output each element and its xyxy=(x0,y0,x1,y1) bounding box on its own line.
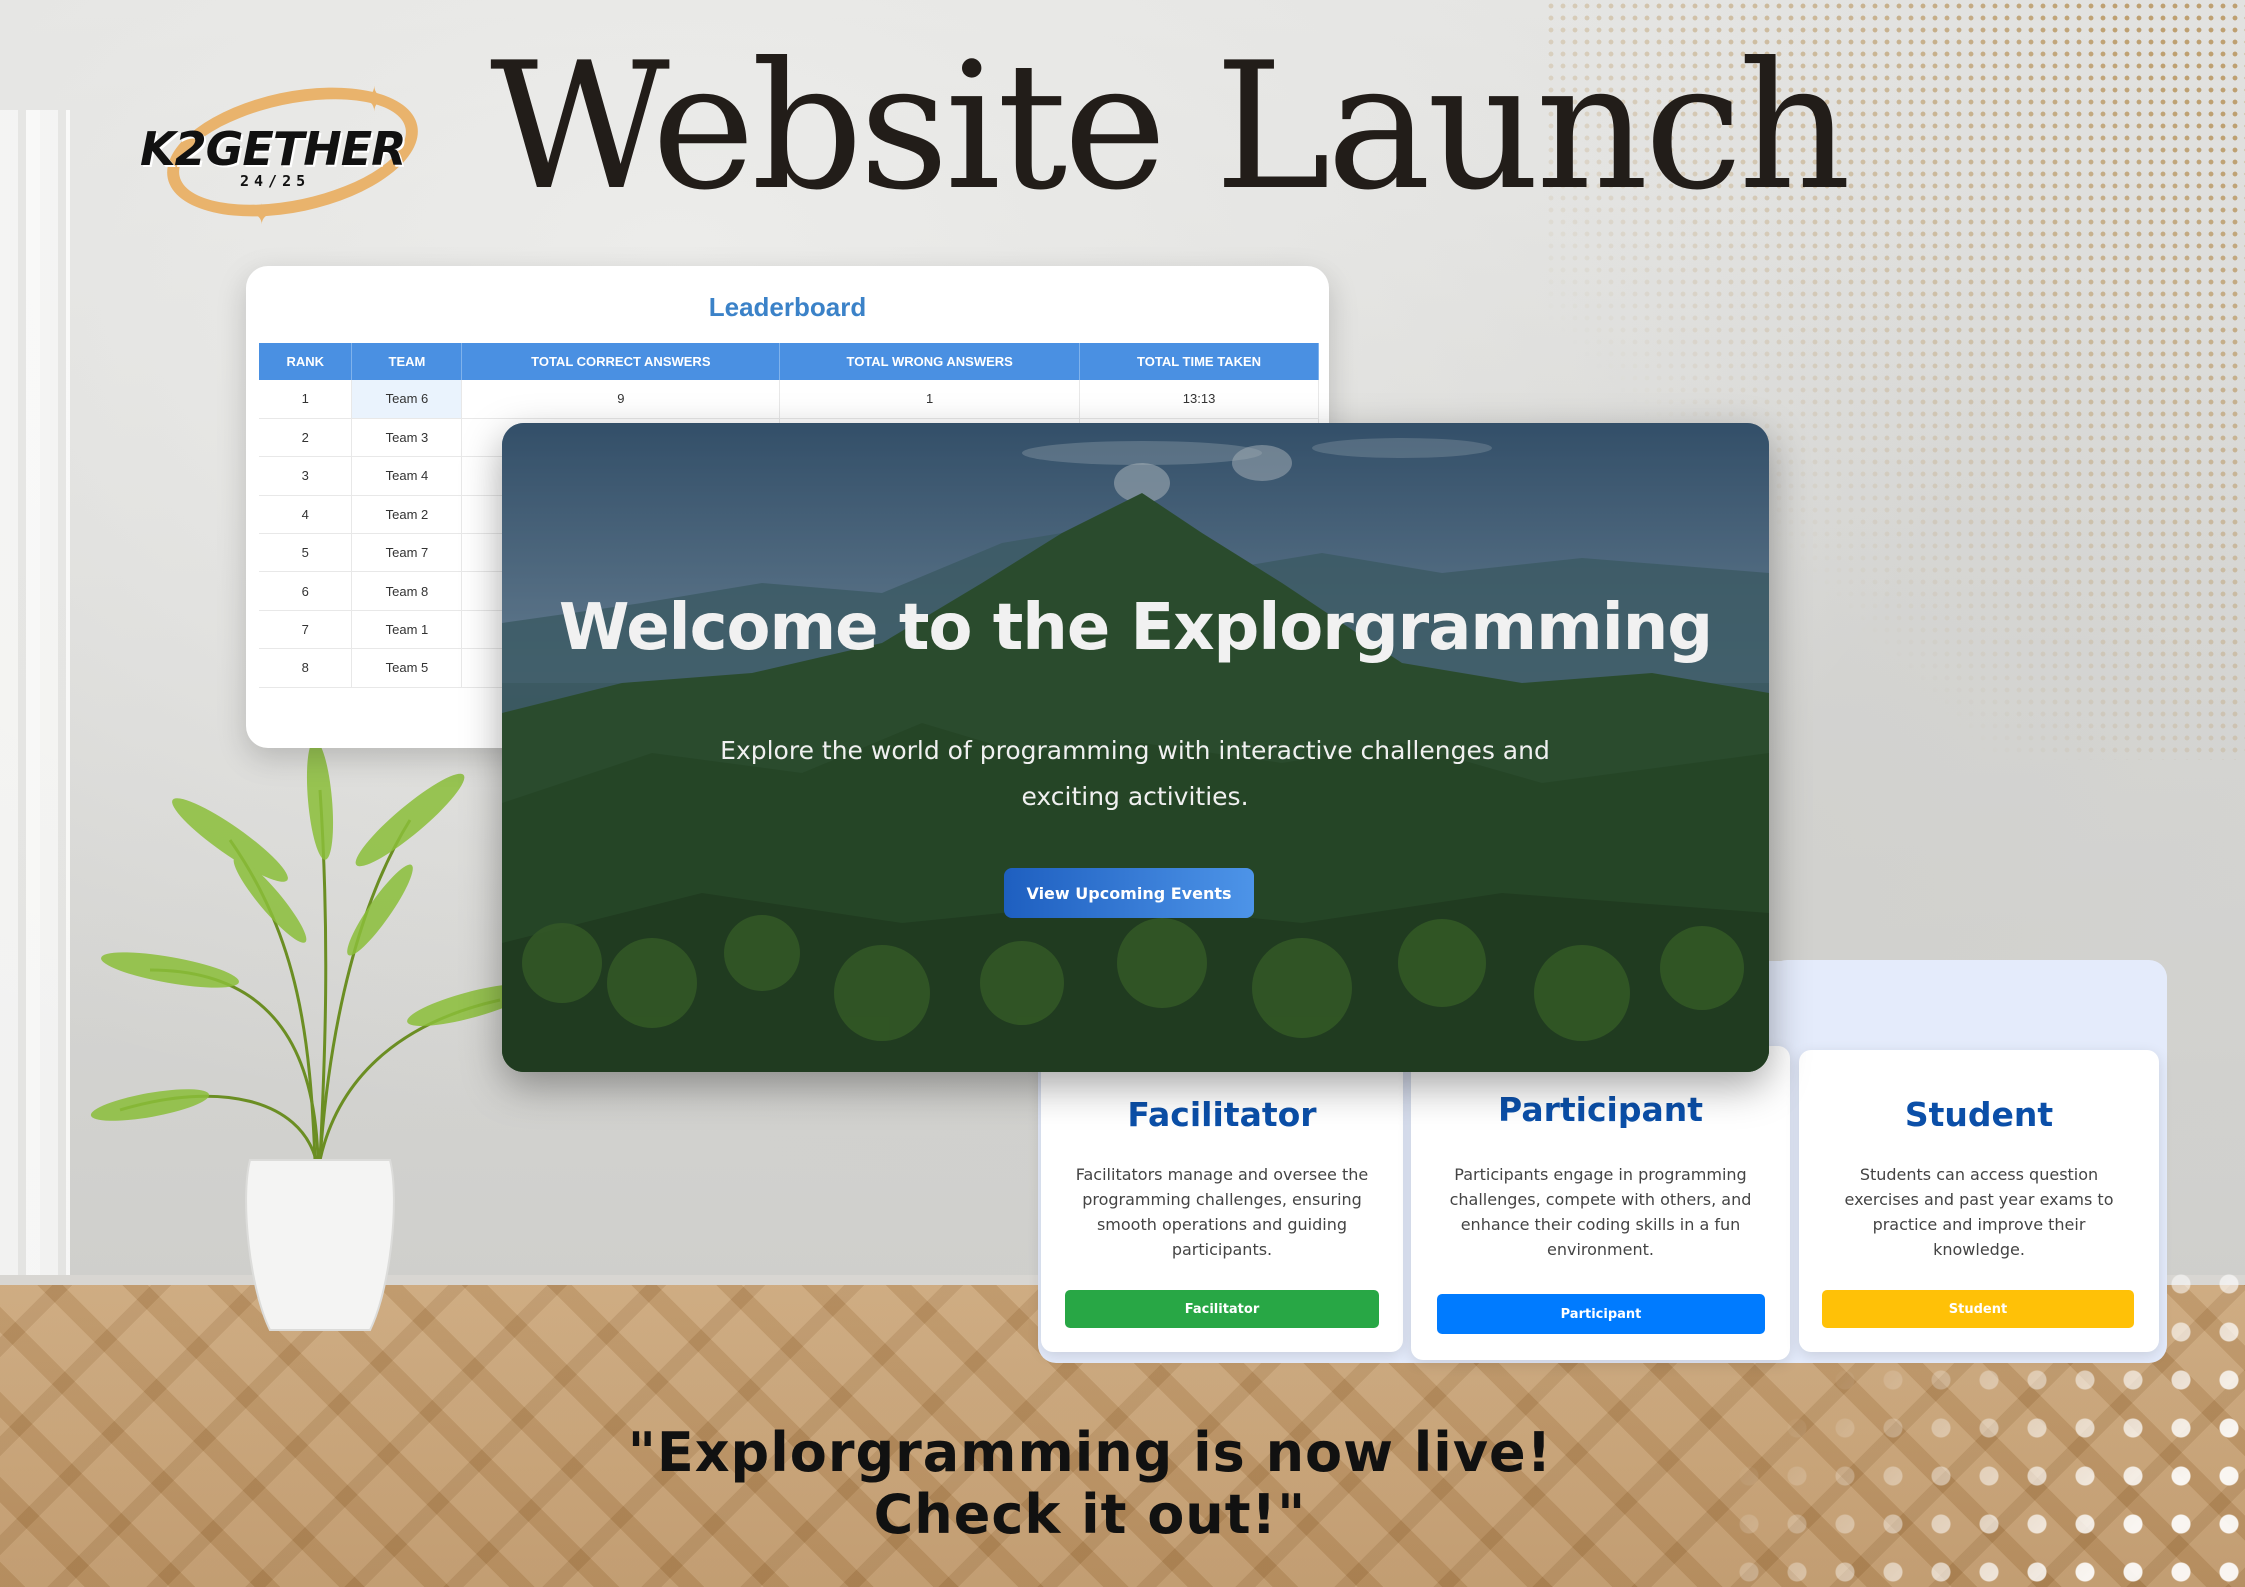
rank-cell: 3 xyxy=(259,456,353,496)
headline: Website Launch xyxy=(490,26,1851,229)
hero-title: Welcome to the Explorgramming xyxy=(558,591,1713,665)
curtain xyxy=(0,110,70,1290)
team-cell: Team 8 xyxy=(351,571,463,611)
student-button[interactable]: Student xyxy=(1822,1290,2134,1328)
rank-cell: 2 xyxy=(259,418,353,458)
team-cell: Team 3 xyxy=(351,418,463,458)
role-title: Participant xyxy=(1498,1090,1703,1129)
rank-cell: 8 xyxy=(259,648,353,688)
logo-text: K2GETHER xyxy=(140,122,407,176)
team-cell: Team 2 xyxy=(351,495,463,535)
tagline-line2: Check it out!" xyxy=(873,1483,1307,1546)
tagline: "Explorgramming is now live! Check it ou… xyxy=(540,1422,1640,1546)
rank-cell: 1 xyxy=(259,380,353,419)
hero-banner: Welcome to the Explorgramming Explore th… xyxy=(502,423,1769,1072)
table-header-row: RANK TEAM TOTAL CORRECT ANSWERS TOTAL WR… xyxy=(259,343,1319,380)
column-header-rank[interactable]: RANK xyxy=(259,343,353,380)
role-description: Facilitators manage and oversee the prog… xyxy=(1075,1165,1369,1259)
role-title: Student xyxy=(1904,1095,2054,1134)
rank-cell: 7 xyxy=(259,610,353,650)
time-cell: 13:13 xyxy=(1079,380,1319,419)
role-title: Facilitator xyxy=(1127,1095,1317,1134)
rank-cell: 4 xyxy=(259,495,353,535)
role-card-facilitator: Facilitator Facilitators manage and over… xyxy=(1041,1050,1403,1352)
team-cell: Team 1 xyxy=(351,610,463,650)
role-card-student: Student Students can access question exe… xyxy=(1799,1050,2159,1352)
column-header-wrong[interactable]: TOTAL WRONG ANSWERS xyxy=(779,343,1081,380)
column-header-correct[interactable]: TOTAL CORRECT ANSWERS xyxy=(461,343,781,380)
team-cell: Team 7 xyxy=(351,533,463,573)
k2gether-logo: ✦ ✦ K2GETHER 24/25 xyxy=(135,66,435,238)
leaderboard-title: Leaderboard xyxy=(708,292,867,322)
facilitator-button[interactable]: Facilitator xyxy=(1065,1290,1379,1328)
hero-subtitle: Explore the world of programming with in… xyxy=(720,736,1550,811)
role-description: Students can access question exercises a… xyxy=(1844,1165,2114,1259)
column-header-team[interactable]: TEAM xyxy=(351,343,463,380)
participant-button[interactable]: Participant xyxy=(1437,1294,1765,1334)
column-header-time[interactable]: TOTAL TIME TAKEN xyxy=(1079,343,1319,380)
rank-cell: 5 xyxy=(259,533,353,573)
view-upcoming-events-button[interactable]: View Upcoming Events xyxy=(1004,868,1254,918)
team-cell: Team 6 xyxy=(351,380,463,419)
tagline-line1: "Explorgramming is now live! xyxy=(627,1421,1553,1484)
team-cell: Team 5 xyxy=(351,648,463,688)
team-cell: Team 4 xyxy=(351,456,463,496)
wrong-cell: 1 xyxy=(779,380,1081,419)
correct-cell: 9 xyxy=(461,380,781,419)
rank-cell: 6 xyxy=(259,571,353,611)
role-card-participant: Participant Participants engage in progr… xyxy=(1411,1046,1790,1360)
star-icon: ✦ xyxy=(250,198,274,231)
table-row[interactable]: 1 Team 6 9 1 13:13 xyxy=(259,380,1319,419)
role-description: Participants engage in programming chall… xyxy=(1449,1165,1752,1259)
star-icon: ✦ xyxy=(360,80,389,120)
logo-year: 24/25 xyxy=(240,172,311,190)
